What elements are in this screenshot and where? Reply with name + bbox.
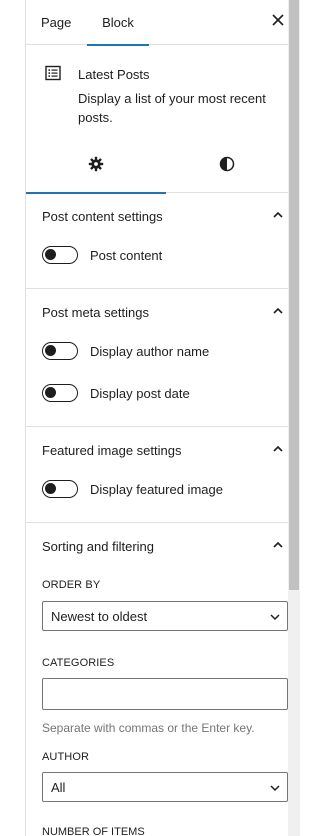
toggle-row-featured-image: Display featured image [26, 475, 288, 517]
toggle-label: Display featured image [90, 482, 223, 497]
chevron-down-icon [270, 785, 280, 792]
categories-label: CATEGORIES [42, 657, 115, 669]
toggle-row-post-content: Post content [26, 241, 288, 283]
sidebar-header: Page Block [26, 0, 288, 46]
display-author-name-toggle[interactable] [42, 342, 78, 360]
categories-help-text: Separate with commas or the Enter key. [42, 721, 255, 735]
tab-settings[interactable] [26, 135, 166, 194]
featured-image-settings-panel: Featured image settings Display featured… [26, 427, 288, 523]
tab-page[interactable]: Page [41, 0, 71, 45]
post-content-settings-panel: Post content settings Post content [26, 193, 288, 289]
display-featured-image-toggle[interactable] [42, 480, 78, 498]
sorting-filtering-panel: Sorting and filtering ORDER BY Newest to… [26, 523, 288, 836]
author-value: All [51, 780, 66, 795]
categories-input[interactable] [42, 678, 288, 710]
block-inspector-sidebar: Page Block Latest Posts Display a list o… [26, 0, 288, 836]
block-inspector-tabs [26, 135, 288, 194]
chevron-down-icon [270, 614, 280, 621]
section-title: Featured image settings [42, 443, 182, 458]
toggle-row-post-date: Display post date [26, 379, 288, 421]
section-title: Post meta settings [42, 305, 149, 320]
section-title: Post content settings [42, 209, 163, 224]
close-sidebar-button[interactable] [268, 12, 288, 32]
block-description: Display a list of your most recent posts… [78, 91, 266, 125]
featured-image-settings-toggle[interactable]: Featured image settings [26, 427, 288, 475]
chevron-up-icon [273, 307, 283, 314]
chevron-up-icon [273, 541, 283, 548]
scrollbar-thumb[interactable] [289, 0, 299, 590]
post-content-toggle[interactable] [42, 246, 78, 264]
tab-block[interactable]: Block [87, 0, 149, 46]
chevron-up-icon [273, 211, 283, 218]
half-circle-styles-icon [219, 156, 235, 172]
toggle-label: Display post date [90, 386, 190, 401]
post-meta-settings-toggle[interactable]: Post meta settings [26, 289, 288, 337]
sorting-filtering-toggle[interactable]: Sorting and filtering [26, 523, 288, 571]
chevron-up-icon [273, 445, 283, 452]
toggle-row-author-name: Display author name [26, 337, 288, 379]
post-meta-settings-panel: Post meta settings Display author name D… [26, 289, 288, 427]
number-of-items-label: NUMBER OF ITEMS [42, 826, 145, 836]
order-by-select[interactable]: Newest to oldest [42, 601, 288, 631]
display-post-date-toggle[interactable] [42, 384, 78, 402]
close-icon [272, 14, 284, 26]
order-by-label: ORDER BY [42, 579, 101, 591]
post-content-settings-toggle[interactable]: Post content settings [26, 193, 288, 241]
author-label: AUTHOR [42, 751, 90, 763]
gear-icon [88, 156, 104, 172]
toggle-label: Post content [90, 248, 163, 263]
block-card: Latest Posts Display a list of your most… [26, 45, 288, 135]
author-select[interactable]: All [42, 772, 288, 802]
list-icon [45, 65, 61, 81]
section-title: Sorting and filtering [42, 539, 155, 554]
toggle-label: Display author name [90, 344, 210, 359]
tab-styles[interactable] [166, 135, 288, 193]
block-title: Latest Posts [78, 67, 150, 82]
order-by-value: Newest to oldest [51, 609, 148, 624]
